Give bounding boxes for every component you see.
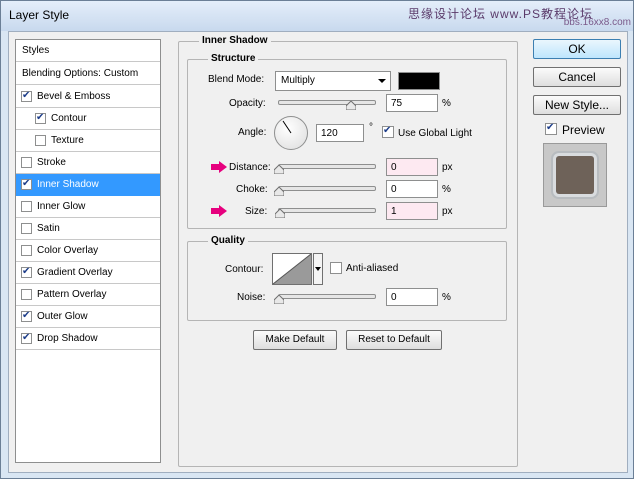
- pattern-overlay-checkbox[interactable]: [21, 289, 32, 300]
- noise-input[interactable]: 0: [386, 288, 438, 306]
- anti-aliased-checkbox[interactable]: [330, 262, 342, 274]
- opacity-input[interactable]: 75: [386, 94, 438, 112]
- preview-swatch: [556, 156, 594, 194]
- distance-slider-thumb[interactable]: [274, 165, 284, 174]
- ok-button[interactable]: OK: [533, 39, 621, 59]
- opacity-label: Opacity:: [229, 98, 266, 109]
- sidebar-item-inner-shadow[interactable]: Inner Shadow: [16, 174, 160, 196]
- preview-label: Preview: [562, 123, 605, 137]
- choke-label: Choke:: [236, 184, 268, 195]
- watermark-url: bbs.16xx8.com: [563, 17, 631, 28]
- sidebar-item-contour[interactable]: Contour: [16, 108, 160, 130]
- angle-dial[interactable]: [274, 116, 308, 150]
- sidebar-item-gradient-overlay[interactable]: Gradient Overlay: [16, 262, 160, 284]
- chevron-down-icon: [378, 79, 386, 83]
- angle-label: Angle:: [238, 127, 267, 138]
- size-slider-thumb[interactable]: [275, 209, 285, 218]
- make-default-button[interactable]: Make Default: [253, 330, 337, 350]
- contour-dropdown[interactable]: [313, 253, 323, 285]
- noise-slider[interactable]: [278, 294, 376, 299]
- layer-style-dialog: Layer Style 思缘设计论坛 www.PS教程论坛 bbs.16xx8.…: [0, 0, 634, 479]
- choke-input[interactable]: 0: [386, 180, 438, 198]
- blending-options-item[interactable]: Blending Options: Custom: [16, 63, 160, 85]
- sidebar-item-outer-glow[interactable]: Outer Glow: [16, 306, 160, 328]
- sidebar-item-texture[interactable]: Texture: [16, 130, 160, 152]
- dialog-title: Layer Style: [9, 8, 70, 22]
- size-slider[interactable]: [278, 208, 376, 213]
- size-label: Size:: [245, 206, 268, 217]
- sidebar-item-drop-shadow[interactable]: Drop Shadow: [16, 328, 160, 350]
- noise-slider-thumb[interactable]: [274, 295, 284, 304]
- contour-checkbox[interactable]: [35, 112, 46, 124]
- styles-header[interactable]: Styles: [16, 40, 160, 62]
- stroke-checkbox[interactable]: [21, 157, 32, 168]
- bevel-emboss-checkbox[interactable]: [21, 90, 32, 102]
- size-input[interactable]: 1: [386, 202, 438, 220]
- distance-slider[interactable]: [278, 164, 376, 169]
- styles-list: Styles Blending Options: Custom Bevel & …: [15, 39, 161, 463]
- color-overlay-checkbox[interactable]: [21, 245, 32, 256]
- chevron-down-icon: [315, 267, 321, 271]
- pink-arrow-icon: [211, 205, 227, 217]
- inner-shadow-title: Inner Shadow: [199, 35, 271, 46]
- distance-input[interactable]: 0: [386, 158, 438, 176]
- reset-to-default-button[interactable]: Reset to Default: [346, 330, 442, 350]
- opacity-slider-thumb[interactable]: [346, 101, 356, 110]
- quality-group: Quality Contour: Anti-aliased Noise: 0 %: [187, 235, 507, 321]
- structure-group: Structure Blend Mode: Multiply Opacity: …: [187, 53, 507, 229]
- opacity-slider[interactable]: [278, 100, 376, 105]
- title-bar[interactable]: Layer Style 思缘设计论坛 www.PS教程论坛 bbs.16xx8.…: [1, 1, 633, 31]
- pink-arrow-icon: [211, 161, 227, 173]
- inner-glow-checkbox[interactable]: [21, 201, 32, 212]
- dialog-body: Styles Blending Options: Custom Bevel & …: [8, 31, 628, 473]
- sidebar-item-pattern-overlay[interactable]: Pattern Overlay: [16, 284, 160, 306]
- style-preview: [543, 143, 607, 207]
- contour-label: Contour:: [225, 264, 264, 275]
- cancel-button[interactable]: Cancel: [533, 67, 621, 87]
- preview-checkbox[interactable]: [545, 122, 557, 135]
- sidebar-item-bevel-emboss[interactable]: Bevel & Emboss: [16, 86, 160, 108]
- sidebar-item-color-overlay[interactable]: Color Overlay: [16, 240, 160, 262]
- inner-shadow-group: Inner Shadow Structure Blend Mode: Multi…: [178, 35, 518, 467]
- drop-shadow-checkbox[interactable]: [21, 332, 32, 344]
- noise-label: Noise:: [237, 292, 266, 303]
- contour-picker[interactable]: [272, 253, 312, 285]
- shadow-color-swatch[interactable]: [398, 72, 440, 90]
- blend-mode-label: Blend Mode:: [208, 74, 265, 85]
- satin-checkbox[interactable]: [21, 223, 32, 234]
- outer-glow-checkbox[interactable]: [21, 310, 32, 322]
- new-style-button[interactable]: New Style...: [533, 95, 621, 115]
- inner-shadow-checkbox[interactable]: [21, 178, 32, 190]
- choke-slider-thumb[interactable]: [274, 187, 284, 196]
- anti-aliased-label: Anti-aliased: [346, 263, 399, 274]
- sidebar-item-inner-glow[interactable]: Inner Glow: [16, 196, 160, 218]
- quality-title: Quality: [208, 235, 248, 246]
- angle-input[interactable]: 120: [316, 124, 364, 142]
- choke-slider[interactable]: [278, 186, 376, 191]
- structure-title: Structure: [208, 53, 259, 64]
- texture-checkbox[interactable]: [35, 135, 46, 146]
- distance-label: Distance:: [229, 162, 271, 173]
- sidebar-item-satin[interactable]: Satin: [16, 218, 160, 240]
- gradient-overlay-checkbox[interactable]: [21, 266, 32, 278]
- blend-mode-select[interactable]: Multiply: [275, 71, 391, 91]
- sidebar-item-stroke[interactable]: Stroke: [16, 152, 160, 174]
- use-global-light-label: Use Global Light: [398, 128, 472, 139]
- use-global-light-checkbox[interactable]: [382, 125, 394, 138]
